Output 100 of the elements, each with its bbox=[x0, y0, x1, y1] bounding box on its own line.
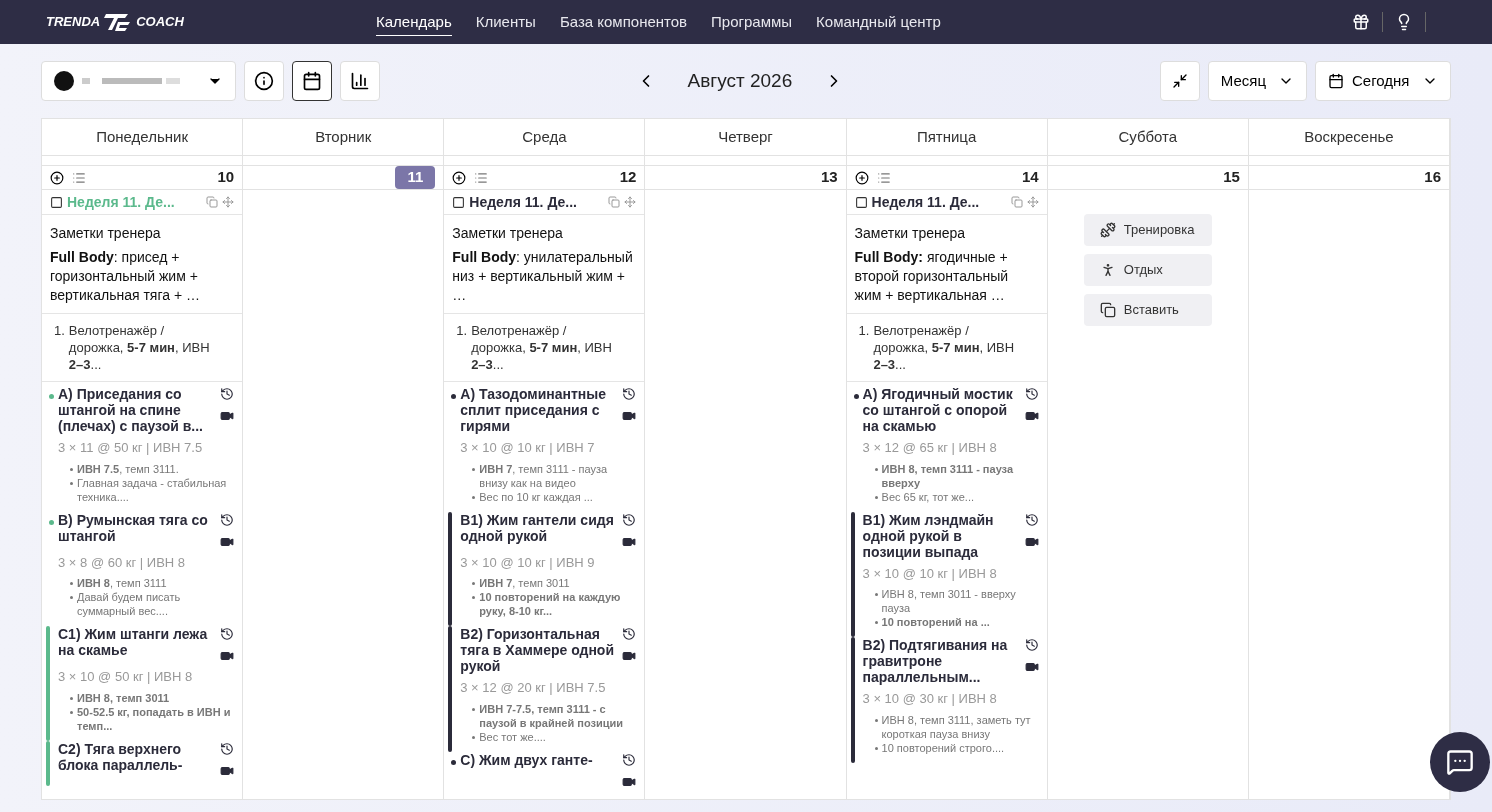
day-number[interactable]: 11 bbox=[395, 166, 436, 189]
day-number[interactable]: 16 bbox=[1424, 166, 1441, 189]
collapse-button[interactable] bbox=[1159, 61, 1200, 101]
history-icon[interactable] bbox=[220, 741, 235, 756]
history-icon[interactable] bbox=[622, 752, 637, 767]
bullet-icon bbox=[70, 481, 73, 485]
exercise-name[interactable]: A) Тазодоминантные сплит приседания с гирями bbox=[460, 386, 619, 434]
day-action-button[interactable]: Вставить bbox=[1083, 294, 1212, 326]
video-icon[interactable] bbox=[1024, 409, 1039, 423]
list-number: 1. bbox=[456, 322, 468, 340]
history-icon[interactable] bbox=[1024, 387, 1039, 401]
history-icon[interactable] bbox=[220, 512, 235, 527]
history-icon[interactable] bbox=[220, 387, 235, 401]
checkbox[interactable] bbox=[854, 195, 868, 209]
bullet-icon bbox=[70, 710, 73, 714]
move-icon[interactable] bbox=[1026, 196, 1039, 208]
collapse-icon bbox=[1171, 73, 1188, 89]
bullet-icon bbox=[472, 467, 476, 471]
exercise-name[interactable]: A) Приседания со штангой на спине (плечах) с паузой в... bbox=[58, 386, 217, 434]
day-number[interactable]: 15 bbox=[1223, 166, 1240, 189]
copy-icon bbox=[1099, 302, 1116, 318]
move-icon[interactable] bbox=[624, 196, 637, 208]
history-icon[interactable] bbox=[622, 627, 637, 641]
exercise-note: ИВН 8, темп 3111 bbox=[77, 576, 167, 590]
day-action-button[interactable]: Тренировка bbox=[1083, 214, 1212, 246]
sets-summary: 3 × 10 @ 10 кг | ИВН 8 bbox=[862, 564, 998, 583]
history-icon[interactable] bbox=[622, 512, 637, 527]
add-icon[interactable] bbox=[452, 170, 467, 185]
chat-icon bbox=[1446, 748, 1474, 776]
video-icon[interactable] bbox=[622, 649, 637, 663]
view-button[interactable] bbox=[292, 61, 332, 101]
chat-button[interactable] bbox=[1430, 732, 1490, 792]
range-dropdown[interactable]: Месяц bbox=[1207, 61, 1307, 101]
exercise-name[interactable]: A) Ягодичный мостик со штангой с опорой на скамью bbox=[862, 386, 1021, 434]
exercise-note: ИВН 7-7.5, темп 3111 - с паузой в крайней позиции bbox=[479, 701, 624, 730]
history-icon[interactable] bbox=[1024, 512, 1039, 527]
weekday-header: Суббота bbox=[1047, 119, 1249, 156]
nav-link[interactable]: Командный центр bbox=[816, 7, 941, 37]
exercise-name[interactable]: C) Жим двух ганте- bbox=[460, 751, 619, 789]
exercise-name[interactable]: C1) Жим штанги лежа на скамье bbox=[58, 626, 217, 663]
bullet-icon bbox=[874, 495, 878, 499]
history-icon[interactable] bbox=[1024, 638, 1039, 652]
sets-summary: 3 × 11 @ 50 кг | ИВН 7.5 bbox=[58, 439, 204, 457]
warmup-item: Велотренажёр / дорожка, 5-7 мин, ИВН 2–3... bbox=[471, 322, 613, 373]
video-icon[interactable] bbox=[220, 649, 235, 663]
client-select[interactable] bbox=[41, 61, 236, 101]
exercise-name[interactable]: C2) Тяга верхнего блока параллель- bbox=[58, 740, 217, 778]
bullet-icon bbox=[70, 696, 73, 700]
exercise-note: Главная задача - стабильная техника.... bbox=[77, 475, 228, 504]
exercise-note: Вес 65 кг, тот же... bbox=[881, 489, 974, 504]
sets-summary: 3 × 8 @ 60 кг | ИВН 8 bbox=[58, 553, 187, 572]
history-icon[interactable] bbox=[622, 387, 637, 401]
history-icon[interactable] bbox=[220, 627, 235, 641]
list-icon[interactable] bbox=[876, 170, 891, 185]
video-icon[interactable] bbox=[220, 409, 235, 423]
avatar-icon bbox=[54, 71, 74, 91]
move-icon[interactable] bbox=[222, 196, 235, 208]
sets-summary: 3 × 10 @ 50 кг | ИВН 8 bbox=[58, 668, 194, 686]
exercise-note: Давай будем писать суммарный вес.... bbox=[77, 590, 182, 618]
nav-link[interactable]: Программы bbox=[711, 7, 793, 37]
day-action-button[interactable]: Отдых bbox=[1083, 254, 1212, 286]
gift-icon[interactable] bbox=[1352, 13, 1370, 31]
sets-summary: 3 × 10 @ 30 кг | ИВН 8 bbox=[862, 690, 998, 708]
checkbox[interactable] bbox=[50, 195, 63, 209]
exercise-name[interactable]: B1) Жим гантели сидя одной рукой bbox=[460, 511, 619, 549]
day-number[interactable]: 10 bbox=[217, 166, 235, 189]
exercise-note: 10 повторений на каждую руку, 8-10 кг... bbox=[479, 590, 622, 618]
nav-link[interactable]: Клиенты bbox=[475, 7, 536, 37]
checkbox[interactable] bbox=[452, 195, 466, 209]
bullet-icon bbox=[874, 621, 878, 624]
exercise-name[interactable]: B2) Подтягивания на гравитроне параллельным... bbox=[862, 637, 1021, 685]
workout-title[interactable]: Неделя 11. Де... bbox=[871, 191, 1007, 213]
nav-link[interactable]: Календарь bbox=[376, 7, 452, 37]
day-number[interactable]: 12 bbox=[619, 166, 637, 189]
calendar-icon bbox=[1328, 73, 1344, 89]
sets-summary: 3 × 12 @ 20 кг | ИВН 7.5 bbox=[460, 679, 607, 697]
exercise-name[interactable]: B2) Горизонтальная тяга в Хаммере одной рукой bbox=[460, 626, 619, 674]
weekday-header: Понедельник bbox=[42, 119, 244, 156]
add-icon[interactable] bbox=[50, 170, 64, 185]
nav-link[interactable]: База компонентов bbox=[559, 7, 688, 37]
bullet-icon bbox=[874, 746, 878, 750]
day-number[interactable]: 14 bbox=[1022, 166, 1039, 189]
notes-heading: Заметки тренера bbox=[854, 224, 967, 243]
exercise-note: ИВН 8, темп 3111, заметь тут короткая пауза внизу bbox=[881, 712, 1032, 741]
list-icon[interactable] bbox=[72, 170, 86, 185]
add-icon[interactable] bbox=[854, 170, 869, 185]
exercise-name[interactable]: B1) Жим лэндмайн одной рукой в позиции выпада bbox=[862, 511, 1021, 560]
day-number[interactable]: 13 bbox=[820, 166, 838, 189]
notes-heading: Заметки тренера bbox=[452, 224, 564, 243]
workout-title[interactable]: Неделя 11. Де... bbox=[469, 191, 605, 213]
bullet-icon bbox=[874, 718, 878, 722]
exercise-note: ИВН 7, темп 3011 bbox=[479, 576, 570, 590]
today-dropdown[interactable]: Сегодня bbox=[1315, 61, 1451, 101]
dumbbell-icon bbox=[1099, 222, 1116, 238]
video-icon[interactable] bbox=[622, 409, 637, 423]
bullet-icon bbox=[70, 596, 73, 599]
exercise-name[interactable]: B) Румынская тяга со штангой bbox=[58, 511, 217, 549]
video-icon[interactable] bbox=[1024, 660, 1039, 674]
exercise-note: 50-52.5 кг, попадать в ИВН и темп... bbox=[77, 704, 232, 733]
list-icon[interactable] bbox=[474, 170, 489, 185]
